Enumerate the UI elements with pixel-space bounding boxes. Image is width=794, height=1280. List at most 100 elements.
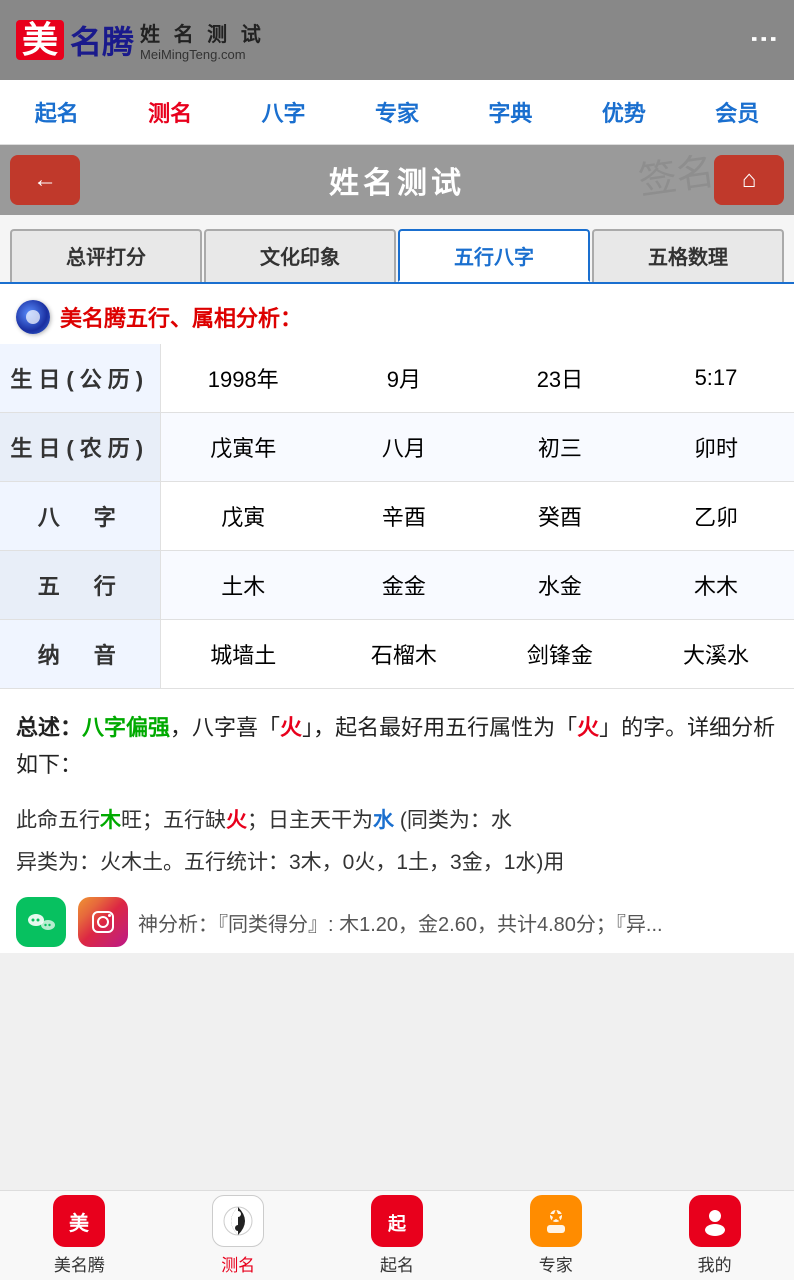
tab-wuge[interactable]: 五格数理 — [592, 229, 784, 282]
bottom-nav-meimingteng[interactable]: 美 美名腾 — [0, 1195, 159, 1276]
cell-nayin-1: 城墙土 — [160, 620, 326, 689]
section-title: 美名腾五行、属相分析： — [0, 284, 794, 344]
bottom-nav: 美 美名腾 测名 起 起名 — [0, 1190, 794, 1280]
nav-bazi[interactable]: 八字 — [254, 92, 314, 132]
nav-youshi[interactable]: 优势 — [594, 92, 654, 132]
detail-text1c: ；日主天干为 — [247, 809, 373, 832]
cell-nayin-4: 大溪水 — [638, 620, 794, 689]
cell-year: 1998年 — [160, 344, 326, 413]
summary-strong: 八字偏强 — [82, 715, 170, 740]
cell-lunar-time: 卯时 — [638, 413, 794, 482]
cell-time: 5:17 — [638, 344, 794, 413]
main-nav: 起名 测名 八字 专家 字典 优势 会员 — [0, 80, 794, 145]
bazi-table: 生日(公历) 1998年 9月 23日 5:17 生日(农历) 戊寅年 八月 初… — [0, 344, 794, 689]
floating-bar: 神分析：『同类得分』: 木1.20，金2.60，共计4.80分；『异... — [0, 891, 794, 953]
summary-fire1: 火 — [280, 715, 302, 740]
bottom-nav-cename-label: 测名 — [221, 1251, 255, 1276]
tabs-container: 总评打分 文化印象 五行八字 五格数理 — [0, 215, 794, 284]
wechat-icon[interactable] — [16, 897, 66, 947]
cell-nayin-3: 剑锋金 — [482, 620, 638, 689]
cell-lunar-year: 戊寅年 — [160, 413, 326, 482]
row-header-bazi: 八 字 — [0, 482, 160, 551]
breadcrumb-bar: ← 姓名测试 ⌂ 签名 — [0, 145, 794, 215]
app-header: 美 名腾 姓 名 测 试 MeiMingTeng.com ⋮ — [0, 0, 794, 80]
cell-lunar-month: 八月 — [326, 413, 482, 482]
nav-zidian[interactable]: 字典 — [480, 92, 540, 132]
main-content: 美名腾五行、属相分析： 生日(公历) 1998年 9月 23日 5:17 生日(… — [0, 284, 794, 953]
row-header-nayin: 纳 音 — [0, 620, 160, 689]
cell-lunar-day: 初三 — [482, 413, 638, 482]
row-header-birthday-solar: 生日(公历) — [0, 344, 160, 413]
table-row: 纳 音 城墙土 石榴木 剑锋金 大溪水 — [0, 620, 794, 689]
home-button[interactable]: ⌂ — [714, 155, 784, 205]
logo: 美 名腾 姓 名 测 试 MeiMingTeng.com — [16, 17, 265, 63]
svg-text:美: 美 — [69, 1211, 90, 1235]
nav-cename[interactable]: 测名 — [140, 92, 200, 132]
logo-cn: 名腾 — [70, 17, 134, 63]
logo-subtitle-en: MeiMingTeng.com — [140, 47, 265, 62]
bottom-nav-zhuanjia[interactable]: 专家 — [476, 1195, 635, 1276]
cell-month: 9月 — [326, 344, 482, 413]
section-icon — [16, 300, 50, 334]
summary-text3: 」，起名最好用五行属性为「 — [302, 715, 577, 740]
cell-wuxing-1: 土木 — [160, 551, 326, 620]
cell-wuxing-4: 木木 — [638, 551, 794, 620]
zhuanjia-icon — [530, 1195, 582, 1247]
detail-section: 此命五行木旺；五行缺火；日主天干为水 (同类为：水 — [16, 802, 778, 840]
bottom-nav-meimingteng-label: 美名腾 — [54, 1251, 105, 1276]
table-row: 生日(农历) 戊寅年 八月 初三 卯时 — [0, 413, 794, 482]
tabs: 总评打分 文化印象 五行八字 五格数理 — [10, 229, 784, 282]
bottom-nav-wode[interactable]: 我的 — [635, 1195, 794, 1276]
logo-subtitle: 姓 名 测 试 MeiMingTeng.com — [140, 18, 265, 62]
detail-fire: 火 — [226, 809, 247, 832]
summary-fire2: 火 — [577, 715, 599, 740]
cell-bazi-2: 辛酉 — [326, 482, 482, 551]
instagram-icon[interactable] — [78, 897, 128, 947]
bottom-nav-wode-label: 我的 — [698, 1251, 732, 1276]
table-row: 生日(公历) 1998年 9月 23日 5:17 — [0, 344, 794, 413]
detail-water: 水 — [373, 809, 394, 832]
page-title: 姓名测试 — [80, 158, 714, 202]
floating-text: 神分析：『同类得分』: 木1.20，金2.60，共计4.80分；『异... — [138, 908, 778, 937]
tab-wuxing[interactable]: 五行八字 — [398, 229, 590, 282]
summary-prefix: 总述： — [16, 715, 82, 740]
nav-huiyuan[interactable]: 会员 — [707, 92, 767, 132]
meimingteng-icon: 美 — [53, 1195, 105, 1247]
cell-bazi-3: 癸酉 — [482, 482, 638, 551]
tab-general-score[interactable]: 总评打分 — [10, 229, 202, 282]
wode-icon — [689, 1195, 741, 1247]
summary-text2: ，八字喜「 — [170, 715, 280, 740]
row-header-birthday-lunar: 生日(农历) — [0, 413, 160, 482]
cell-wuxing-2: 金金 — [326, 551, 482, 620]
section-title-text: 美名腾五行、属相分析： — [60, 301, 302, 333]
bottom-nav-qiming-label: 起名 — [380, 1251, 414, 1276]
back-button[interactable]: ← — [10, 155, 80, 205]
nav-qiming[interactable]: 起名 — [27, 92, 87, 132]
logo-icon: 美 — [16, 20, 64, 60]
detail-text1d: (同类为：水 — [394, 809, 512, 832]
cell-nayin-2: 石榴木 — [326, 620, 482, 689]
bottom-nav-zhuanjia-label: 专家 — [539, 1251, 573, 1276]
detail-text1b: 旺；五行缺 — [121, 809, 226, 832]
cell-bazi-1: 戊寅 — [160, 482, 326, 551]
bottom-nav-qiming[interactable]: 起 起名 — [318, 1195, 477, 1276]
table-row: 八 字 戊寅 辛酉 癸酉 乙卯 — [0, 482, 794, 551]
header-menu-dots[interactable]: ⋮ — [750, 25, 778, 55]
cell-bazi-4: 乙卯 — [638, 482, 794, 551]
detail-text1: 此命五行 — [16, 809, 100, 832]
summary-text: 总述：八字偏强，八字喜「火」，起名最好用五行属性为「火」的字。详细分析如下： — [16, 709, 778, 784]
row-header-wuxing: 五 行 — [0, 551, 160, 620]
tab-culture[interactable]: 文化印象 — [204, 229, 396, 282]
cename-icon — [212, 1195, 264, 1247]
detail-wood: 木 — [100, 809, 121, 832]
bottom-nav-cename[interactable]: 测名 — [159, 1195, 318, 1276]
table-row: 五 行 土木 金金 水金 木木 — [0, 551, 794, 620]
summary-section: 总述：八字偏强，八字喜「火」，起名最好用五行属性为「火」的字。详细分析如下： 此… — [0, 689, 794, 891]
cell-day: 23日 — [482, 344, 638, 413]
nav-zhuanjia[interactable]: 专家 — [367, 92, 427, 132]
qiming-icon: 起 — [371, 1195, 423, 1247]
detail-line2: 异类为：火木土。五行统计：3木，0火，1土，3金，1水)用 — [16, 844, 778, 882]
logo-subtitle-cn: 姓 名 测 试 — [140, 18, 265, 47]
cell-wuxing-3: 水金 — [482, 551, 638, 620]
svg-text:起: 起 — [387, 1213, 407, 1234]
